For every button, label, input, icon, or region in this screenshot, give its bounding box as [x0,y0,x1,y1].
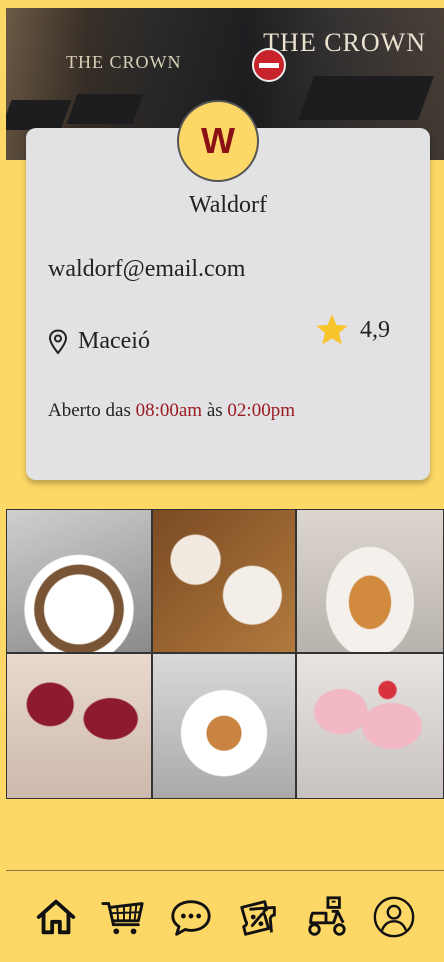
delivery-scooter-icon [308,896,347,936]
restaurant-name: Waldorf [188,192,268,218]
pancakes-photo[interactable] [152,653,296,799]
avatar[interactable]: W [177,100,259,182]
rating-value: 4,9 [360,316,390,343]
profile-card [26,128,430,480]
cocktails-photo[interactable] [6,653,152,799]
hours-open: 08:00am [135,400,203,421]
opening-hours: Aberto das 08:00am às 02:00pm [48,400,295,422]
nav-coupons[interactable] [234,892,284,942]
pub-sign: THE CROWN [263,28,426,57]
home-icon [36,899,75,935]
photo-gallery [6,509,444,799]
bottom-nav [6,872,444,962]
croissant-photo[interactable] [296,509,444,653]
milkshakes-photo[interactable] [296,653,444,799]
pub-sign-left: THE CROWN [66,52,182,72]
nav-cart[interactable] [98,892,148,942]
coffee-cup-photo[interactable] [6,509,152,653]
star-icon [316,314,348,345]
chat-icon [171,900,211,936]
nav-profile[interactable] [369,892,419,942]
rating: 4,9 [314,312,390,348]
no-entry-sign-icon [252,48,286,82]
hours-close: 02:00pm [227,400,295,421]
nav-chat[interactable] [166,892,216,942]
city: Maceió [78,328,150,354]
location-pin-icon [48,328,68,355]
nav-divider [6,870,444,871]
hours-sep: às [206,400,223,421]
awning [66,94,144,124]
cake-slices-photo[interactable] [152,509,296,653]
hours-prefix: Aberto das [48,400,131,421]
cart-icon [101,902,145,935]
email: waldorf@email.com [48,256,246,282]
awning [6,100,72,130]
location: Maceió [48,328,150,355]
avatar-letter: W [201,120,235,161]
nav-delivery[interactable] [301,892,351,942]
coupon-icon [240,900,276,936]
nav-home[interactable] [31,892,81,942]
profile-icon [373,896,415,938]
awning [297,76,435,120]
